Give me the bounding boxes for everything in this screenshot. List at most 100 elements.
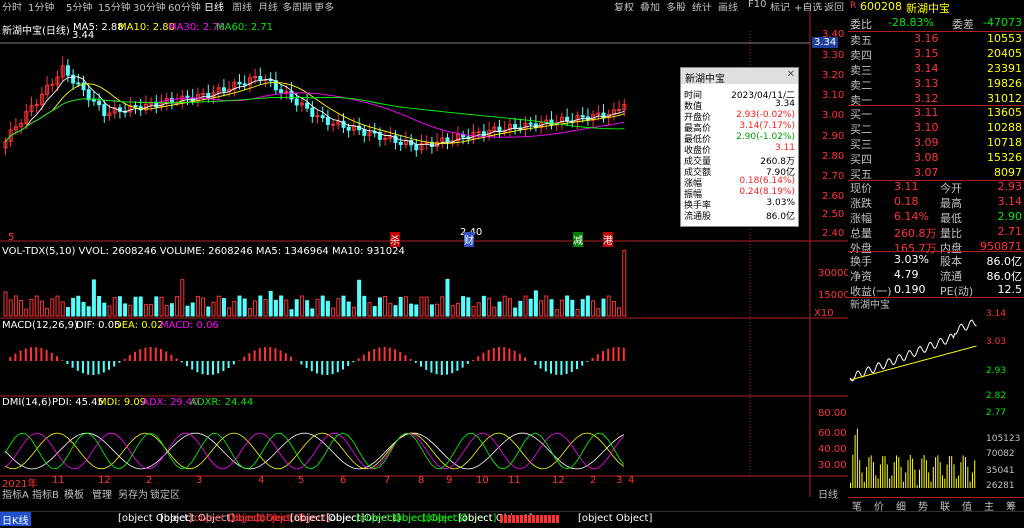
mini-axis-label: 2.93 [986,366,1006,376]
macd-bar [410,359,412,361]
macd-bar [540,361,542,369]
event-marker-4[interactable]: 港 [603,232,613,247]
bid-row: 买一3.1113605 [848,106,1024,121]
status-bar: 日K线 [object Object] [object Object] [obj… [0,511,1024,528]
macd-bar [170,355,172,361]
dmi-mdi-legend: MDI: 9.09 [98,397,146,408]
candle [363,130,366,136]
x-tick: 11 [52,475,65,486]
macd-bar [498,347,500,361]
macd-bar [566,361,568,374]
x-tick: 5 [298,475,304,486]
macd-bar [165,352,167,361]
popup-row: 成交量260.8万 [681,154,798,165]
tab-manage[interactable]: 管理 [92,486,112,501]
mini-avg-line [850,346,977,380]
macd-legend-title: MACD(12,26,9) [2,320,78,331]
volume-bar [462,297,465,316]
stat-value: 2.90 [998,210,1023,223]
stat-row: 涨幅6.14%最低2.90 [848,210,1024,225]
macd-bar [384,347,386,361]
macd-bar [618,347,620,361]
tab-save-as[interactable]: 另存为 [118,486,148,501]
f10-button[interactable]: F10 [748,0,766,10]
macd-bar [233,361,235,364]
volume-bar [92,280,95,316]
tab-daily-line[interactable]: 日线 [818,486,838,501]
dmi-pdi-legend: PDI: 45.45 [52,397,104,408]
macd-bar [191,361,193,370]
stat-label: 今开 [940,180,962,196]
ask-price: 3.13 [914,77,939,90]
mini-volume-bar [871,455,872,488]
mini-volume-bar [875,475,876,488]
macd-bar [472,360,474,361]
mini-volume-bar [857,429,858,488]
macd-bar [144,348,146,361]
status-left-label[interactable]: 日K线 [0,512,31,526]
tab-template[interactable]: 模板 [64,486,84,501]
volume-bar [66,308,69,316]
macd-bar [477,356,479,361]
price-tick: 2.50 [822,209,844,220]
candle [581,116,584,117]
event-marker-1[interactable]: 杀 [390,232,400,247]
stat-value: 3.03% [894,253,929,266]
volume-bar [410,304,413,316]
tab-lock-area[interactable]: 锁定区 [150,486,180,501]
popup-row: 流通股86.0亿 [681,209,798,220]
stat-value: 86.0亿 [987,253,1023,269]
popup-row: 开盘价2.93(-0.02%) [681,110,798,121]
price-tick: 3.10 [822,90,844,101]
macd-bar [259,348,261,361]
candle [602,113,605,118]
macd-bar [124,359,126,361]
quote-panel: R 600208 新湖中宝 委比-28.83%委差-47073卖五3.16105… [848,0,1024,527]
price-tick: 2.60 [822,191,844,202]
ask-row: 卖三3.1423391 [848,62,1024,77]
mini-axis-label: 3.03 [986,337,1006,347]
mini-volume-bar [963,455,964,488]
x-tick: 2 [590,475,596,486]
volume-bar [326,301,329,316]
macd-bar [456,361,458,371]
mini-volume-bar [852,455,853,488]
bid-price: 3.10 [914,121,939,134]
mini-axis-label: 35041 [986,466,1015,476]
price-tick: 3.00 [822,110,844,121]
kline-info-popup: 新湖中宝 ✕ 时间2023/04/11/二数值3.34开盘价2.93(-0.02… [680,67,799,227]
mini-volume-bar [885,456,886,488]
panel-divider [848,251,1024,252]
dmi-tick: 30.00 [818,460,847,471]
macd-bar [300,361,302,364]
volume-bar [347,302,350,316]
stat-value: 260.8万 [894,225,937,241]
macd-bar [82,361,84,373]
intraday-mini-chart[interactable]: 新湖中宝3.143.032.932.822.771051237008235041… [848,298,1024,496]
volume-bar [98,296,101,316]
popup-title: 新湖中宝 [685,70,725,85]
tab-indicator-b[interactable]: 指标B [32,486,59,501]
indicator-tabbar: 指标A 指标B 模板 管理 另存为 锁定区 日线 [0,486,848,497]
mini-volume-bar [868,457,869,488]
candle [415,145,418,150]
macd-bar [425,361,427,370]
close-icon[interactable]: ✕ [787,69,795,80]
mini-volume-bar [859,460,860,488]
volume-bar [529,299,532,316]
event-marker-2[interactable]: 财 [464,232,474,247]
candle [618,110,621,111]
bid-price: 3.09 [914,136,939,149]
popup-value: 3.03% [766,198,795,208]
volume-bar [118,297,121,316]
tab-indicator-a[interactable]: 指标A [2,486,29,501]
x-tick: 3 [616,475,622,486]
mini-volume-bar [887,464,888,488]
mini-volume-bar [866,467,867,488]
volume-bar [467,298,470,316]
event-marker-3[interactable]: 减 [573,232,583,247]
order-ratio-row: 委比-28.83%委差-47073 [848,16,1024,31]
bid-price: 3.08 [914,151,939,164]
macd-bar [550,361,552,374]
macd-bar [35,347,37,361]
